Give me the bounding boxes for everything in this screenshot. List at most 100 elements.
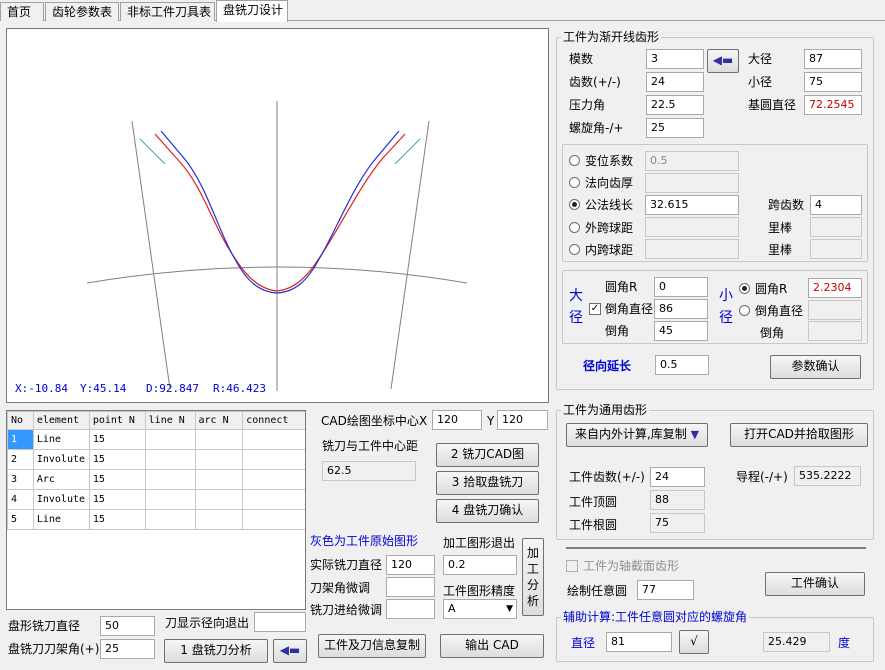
cell-point[interactable]: 15 xyxy=(88,449,146,470)
holder-angle-adjust-input[interactable] xyxy=(386,577,435,597)
tab-disk-cutter-design[interactable]: 盘铣刀设计 xyxy=(216,0,288,22)
confirm-cutter-button[interactable]: 4 盘铣刀确认 xyxy=(436,499,539,523)
axial-profile-checkbox[interactable] xyxy=(566,560,578,572)
inner-ball-radio[interactable] xyxy=(569,244,580,255)
table-row[interactable]: 4 Involute 15 xyxy=(7,489,305,510)
large-chamfer-dia-input[interactable]: 86 xyxy=(654,299,708,319)
tab-home[interactable]: 首页 xyxy=(0,2,44,21)
cell-arc[interactable] xyxy=(194,489,244,510)
arrow-left-icon[interactable]: ◀▬ xyxy=(707,49,739,73)
cell-element[interactable]: Involute xyxy=(32,489,90,510)
cell-point[interactable]: 15 xyxy=(88,429,146,450)
helix-angle-input[interactable]: 25 xyxy=(646,118,704,138)
draw-circle-input[interactable]: 77 xyxy=(637,580,694,600)
general-teeth-input[interactable]: 24 xyxy=(650,467,705,487)
aux-diameter-input[interactable]: 81 xyxy=(606,632,672,652)
cell-connect[interactable] xyxy=(242,509,305,530)
shift-radio[interactable] xyxy=(569,155,580,166)
tab-gear-params[interactable]: 齿轮参数表 xyxy=(45,2,119,21)
element-table[interactable]: No element point N line N arc N connect … xyxy=(6,410,306,610)
table-row[interactable]: 3 Arc 15 xyxy=(7,469,305,490)
cell-connect[interactable] xyxy=(242,429,305,450)
small-radius-radio[interactable] xyxy=(739,283,750,294)
cell-line[interactable] xyxy=(144,429,196,450)
col-header-line[interactable]: line N xyxy=(144,411,196,430)
cell-arc[interactable] xyxy=(194,429,244,450)
workpiece-confirm-button[interactable]: 工件确认 xyxy=(765,572,865,596)
cell-element[interactable]: Line xyxy=(32,509,90,530)
teeth-input[interactable]: 24 xyxy=(646,72,704,92)
cell-arc[interactable] xyxy=(194,509,244,530)
pressure-angle-input[interactable]: 22.5 xyxy=(646,95,704,115)
cell-element[interactable]: Involute xyxy=(32,449,90,470)
radial-extension-input[interactable]: 0.5 xyxy=(655,355,709,375)
output-cad-button[interactable]: 输出 CAD xyxy=(440,634,544,658)
cell-element[interactable]: Line xyxy=(32,429,90,450)
cell-no[interactable]: 2 xyxy=(7,449,34,470)
cad-x-input[interactable]: 120 xyxy=(432,410,482,430)
cell-line[interactable] xyxy=(144,449,196,470)
arrow-left-icon[interactable]: ◀▬ xyxy=(273,639,307,663)
small-chamfer-dia-input[interactable] xyxy=(808,300,862,320)
process-analyze-button[interactable]: 加工分析 xyxy=(522,538,544,616)
radial-exit-input[interactable] xyxy=(254,612,306,632)
large-chamfer-input[interactable]: 45 xyxy=(654,321,708,341)
col-header-element[interactable]: element xyxy=(32,411,90,430)
cell-line[interactable] xyxy=(144,469,196,490)
cell-connect[interactable] xyxy=(242,489,305,510)
analyze-cutter-button[interactable]: 1 盘铣刀分析 xyxy=(164,639,268,663)
normal-thickness-input[interactable] xyxy=(645,173,739,193)
import-from-library-button[interactable]: 来自内外计算,库复制 ▼ xyxy=(566,423,708,447)
cell-no[interactable]: 4 xyxy=(7,489,34,510)
cad-y-input[interactable]: 120 xyxy=(497,410,548,430)
cell-arc[interactable] xyxy=(194,469,244,490)
drawing-canvas[interactable]: X:-10.84 Y:45.14 D:92.847 R:46.423 xyxy=(6,28,549,403)
cell-connect[interactable] xyxy=(242,449,305,470)
outer-diameter-input[interactable]: 87 xyxy=(804,49,862,69)
cell-point[interactable]: 15 xyxy=(88,509,146,530)
cutter-diameter-input[interactable]: 50 xyxy=(100,616,155,636)
precision-select[interactable]: A ▼ xyxy=(443,599,517,619)
copy-info-button[interactable]: 工件及刀信息复制 xyxy=(318,634,426,658)
actual-diameter-input[interactable]: 120 xyxy=(386,555,435,575)
param-confirm-button[interactable]: 参数确认 xyxy=(770,355,861,379)
cell-point[interactable]: 15 xyxy=(88,469,146,490)
shift-input[interactable]: 0.5 xyxy=(645,151,739,171)
cell-no[interactable]: 3 xyxy=(7,469,34,490)
large-radius-input[interactable]: 0 xyxy=(654,277,708,297)
feed-adjust-input[interactable] xyxy=(386,599,435,619)
sqrt-calc-icon[interactable]: √ xyxy=(679,630,709,654)
inner-pin-input[interactable] xyxy=(810,239,862,259)
small-chamfer-radio[interactable] xyxy=(739,305,750,316)
open-cad-button[interactable]: 打开CAD并拾取图形 xyxy=(730,423,868,447)
cell-connect[interactable] xyxy=(242,469,305,490)
wk-input[interactable]: 32.615 xyxy=(645,195,739,215)
cell-no[interactable]: 5 xyxy=(7,509,34,530)
col-header-no[interactable]: No xyxy=(7,411,34,430)
outer-ball-radio[interactable] xyxy=(569,222,580,233)
table-row[interactable]: 5 Line 15 xyxy=(7,509,305,530)
holder-angle-input[interactable]: 25 xyxy=(100,639,155,659)
normal-thickness-radio[interactable] xyxy=(569,177,580,188)
root-diameter-input[interactable]: 75 xyxy=(804,72,862,92)
cell-arc[interactable] xyxy=(194,449,244,470)
table-row[interactable]: 2 Involute 15 xyxy=(7,449,305,470)
outer-pin-input[interactable] xyxy=(810,217,862,237)
cell-point[interactable]: 15 xyxy=(88,489,146,510)
inner-ball-input[interactable] xyxy=(645,239,739,259)
tab-nonstandard-tools[interactable]: 非标工件刀具表 xyxy=(120,2,215,21)
cell-no[interactable]: 1 xyxy=(7,429,34,450)
cell-line[interactable] xyxy=(144,489,196,510)
col-header-point[interactable]: point N xyxy=(88,411,146,430)
span-teeth-input[interactable]: 4 xyxy=(810,195,862,215)
large-chamfer-checkbox[interactable]: ✓ xyxy=(589,303,601,315)
cell-line[interactable] xyxy=(144,509,196,530)
wk-radio[interactable] xyxy=(569,199,580,210)
exit-input[interactable]: 0.2 xyxy=(443,555,517,575)
col-header-arc[interactable]: arc N xyxy=(194,411,244,430)
cell-element[interactable]: Arc xyxy=(32,469,90,490)
pick-cutter-button[interactable]: 3 拾取盘铣刀 xyxy=(436,471,539,495)
outer-ball-input[interactable] xyxy=(645,217,739,237)
table-row[interactable]: 1 Line 15 xyxy=(7,429,305,450)
module-input[interactable]: 3 xyxy=(646,49,704,69)
